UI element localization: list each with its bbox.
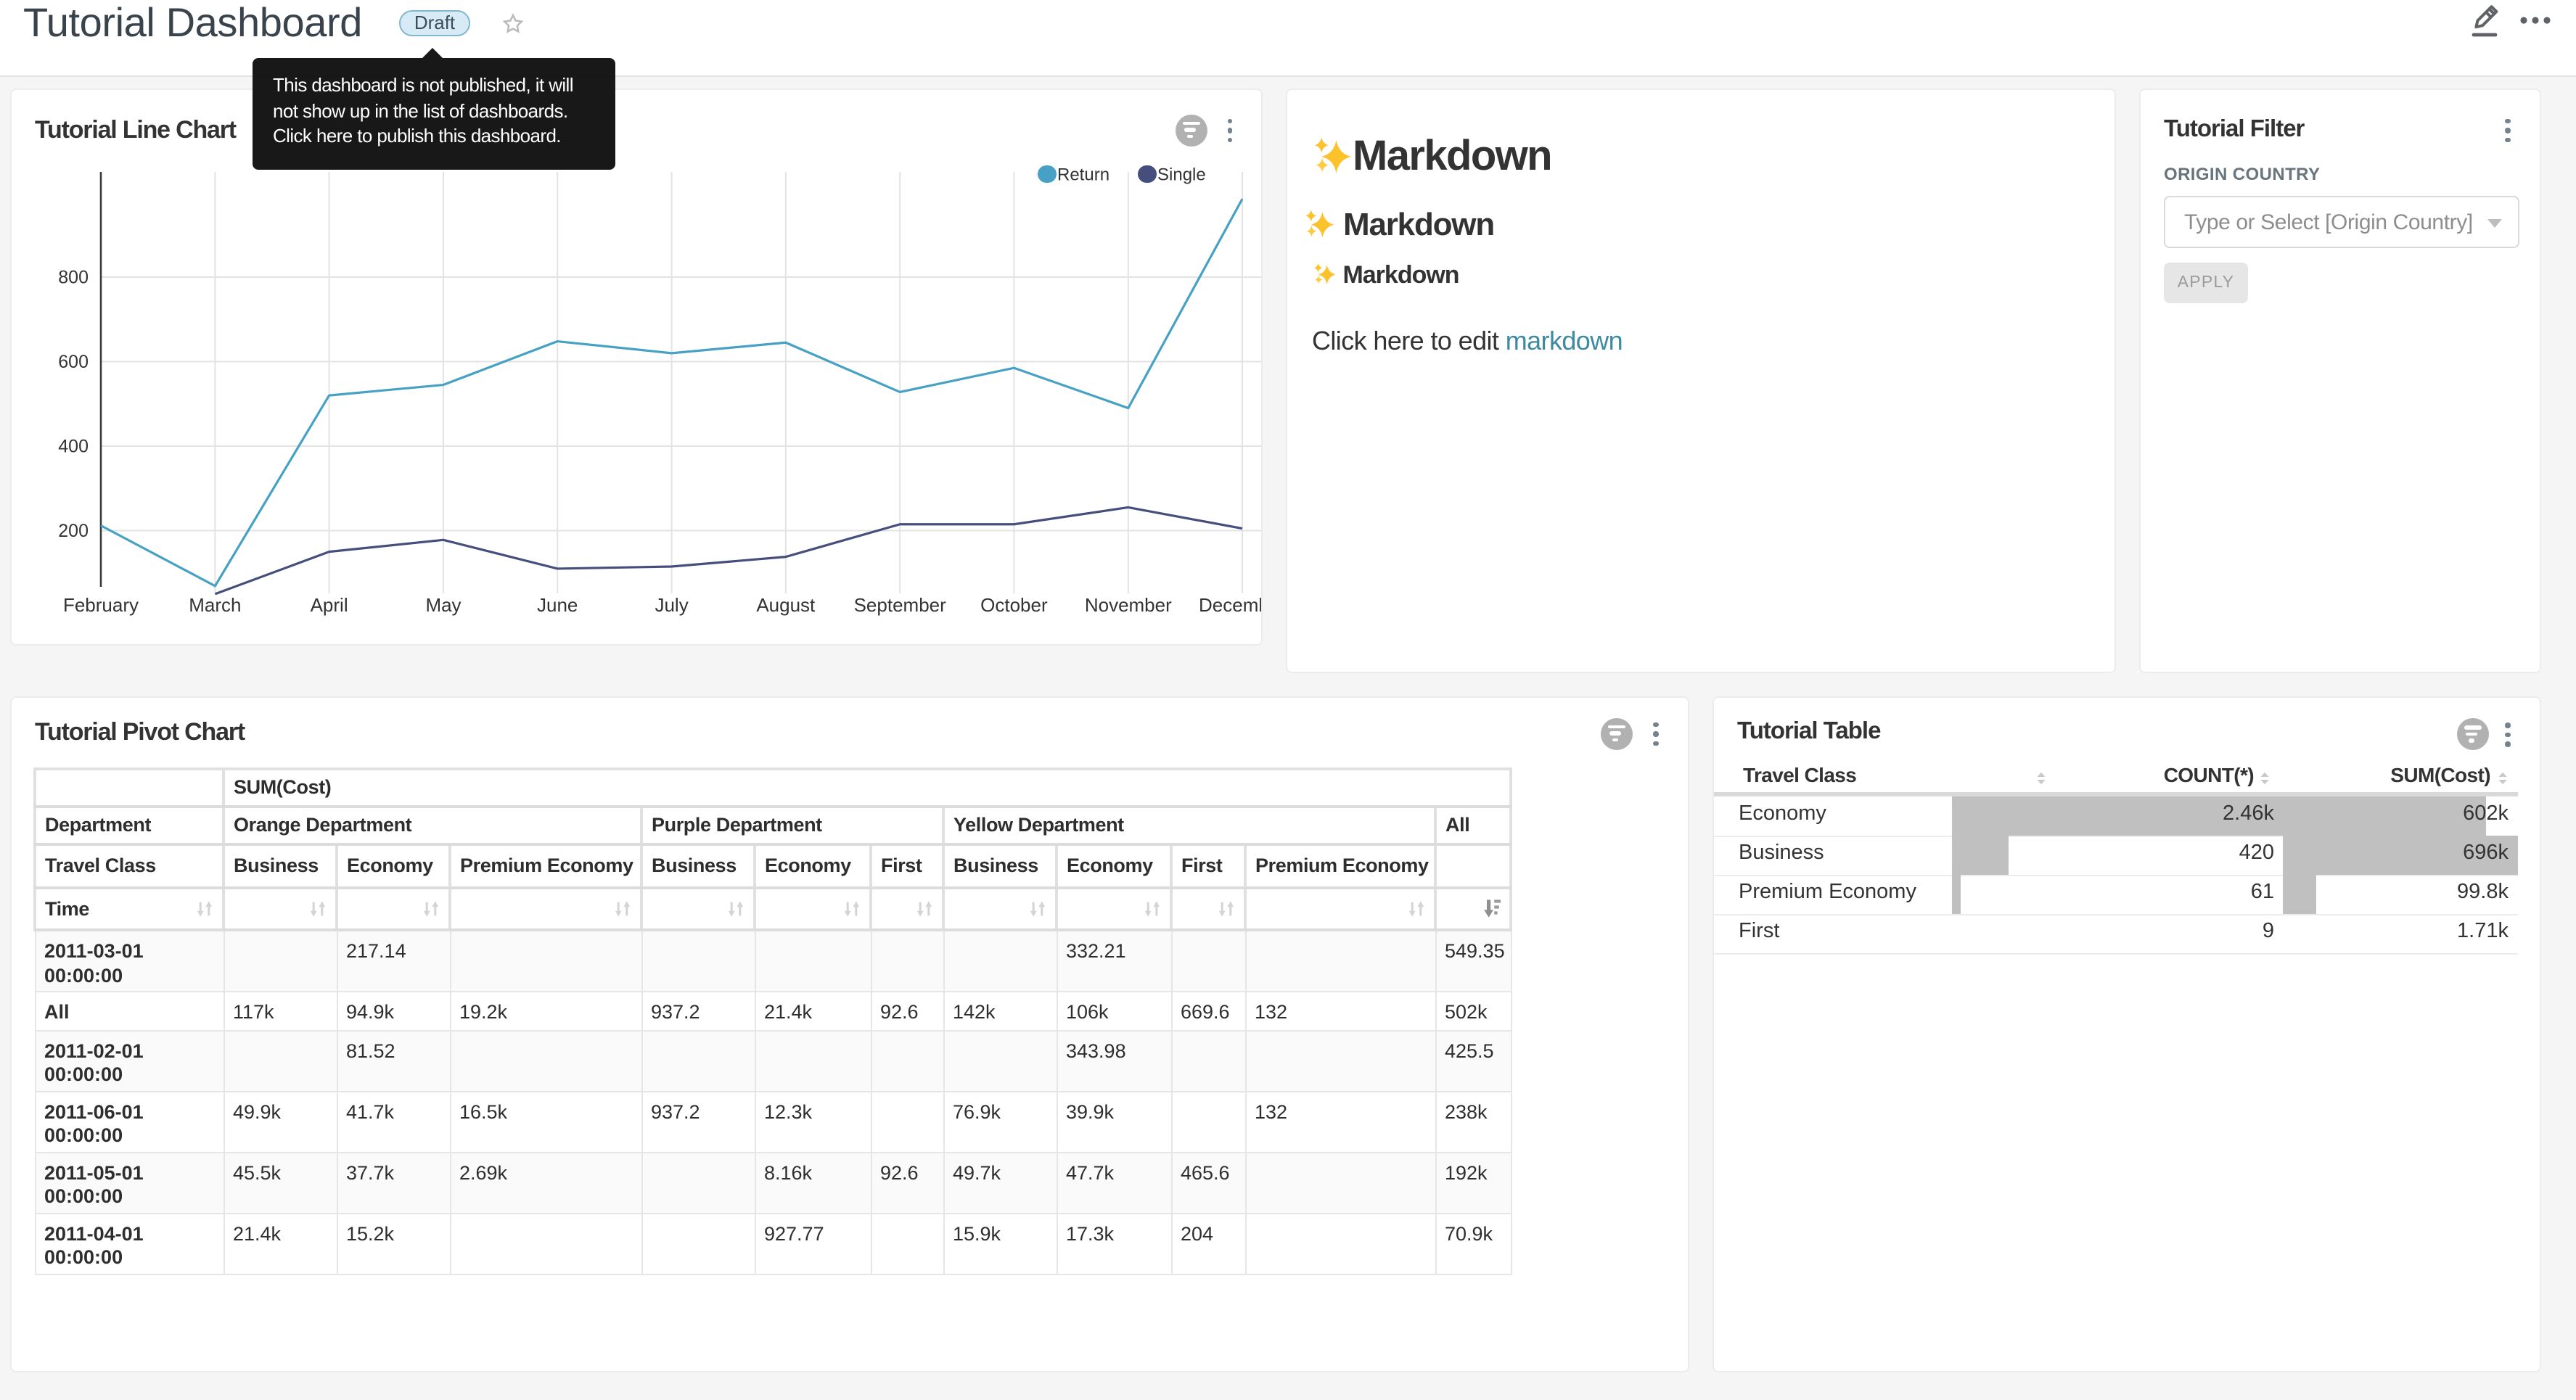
svg-text:October: October: [980, 594, 1048, 616]
svg-text:400: 400: [58, 436, 89, 456]
svg-text:March: March: [189, 594, 241, 616]
svg-text:February: February: [63, 594, 139, 616]
svg-text:November: November: [1085, 594, 1172, 616]
svg-text:600: 600: [58, 352, 89, 372]
svg-text:200: 200: [58, 521, 89, 541]
svg-text:July: July: [655, 594, 688, 616]
svg-text:May: May: [425, 594, 461, 616]
svg-text:April: April: [311, 594, 348, 616]
svg-text:September: September: [854, 594, 947, 616]
svg-text:800: 800: [58, 267, 89, 287]
svg-text:August: August: [756, 594, 816, 616]
svg-text:December: December: [1199, 594, 1263, 616]
svg-text:June: June: [537, 594, 578, 616]
